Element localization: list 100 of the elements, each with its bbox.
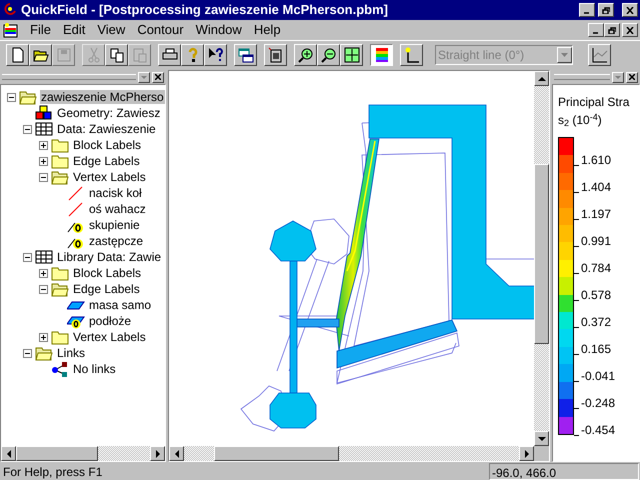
fit-view-icon	[344, 46, 360, 62]
coordinates-text: -96.0, 466.0	[489, 463, 639, 480]
tree-item[interactable]: Block Labels	[72, 266, 142, 280]
window-title: QuickField - [Postprocessing zawieszenie McPherson.pbm]	[21, 1, 389, 20]
dropdown-button[interactable]	[138, 72, 150, 82]
collapse-icon[interactable]	[23, 348, 32, 358]
menu-item[interactable]: Window	[190, 20, 248, 40]
windows-icon	[238, 46, 254, 62]
menu-item[interactable]: Edit	[56, 20, 92, 40]
restore-button[interactable]	[598, 3, 614, 17]
tree-item[interactable]: nacisk koł	[88, 186, 143, 200]
menu-item[interactable]: View	[91, 20, 132, 40]
tree-item[interactable]: Block Labels	[72, 138, 142, 152]
arrow-icon	[538, 436, 546, 440]
scroll-right-button[interactable]	[519, 446, 534, 461]
scissors-icon	[86, 46, 102, 62]
scrollbar-thumb[interactable]	[214, 446, 339, 461]
scroll-up-button[interactable]	[534, 71, 549, 86]
collapse-icon[interactable]	[7, 92, 16, 102]
grid-icon	[35, 249, 53, 265]
open-folder-icon	[35, 345, 53, 361]
new-page-icon	[10, 46, 26, 62]
scroll-left-button[interactable]	[169, 446, 184, 461]
scroll-left-button[interactable]	[1, 446, 16, 461]
tree-item[interactable]: Vertex Labels	[72, 330, 147, 344]
caret-icon	[615, 76, 621, 78]
document-icon	[2, 22, 20, 38]
close-button[interactable]	[152, 72, 164, 82]
tree-item[interactable]: masa samo	[88, 298, 152, 312]
menu-item[interactable]: File	[24, 20, 57, 40]
scrollbar-thumb[interactable]	[16, 446, 98, 461]
tree-item[interactable]: Geometry: Zawiesz	[56, 106, 162, 120]
open-folder-icon	[51, 281, 69, 297]
scale-label: 0.372	[581, 315, 612, 329]
arrow-icon	[6, 450, 10, 458]
scrollbar-thumb[interactable]	[534, 164, 549, 344]
scroll-down-button[interactable]	[534, 431, 549, 446]
collapse-icon[interactable]	[39, 172, 48, 182]
tree-item[interactable]: podłoże	[88, 314, 132, 328]
minimize-button[interactable]	[588, 23, 604, 37]
restore-icon	[608, 26, 616, 34]
tree-item[interactable]: skupienie	[88, 218, 141, 232]
close-icon	[629, 74, 635, 80]
scale-label: 0.165	[581, 342, 612, 356]
expand-icon[interactable]	[39, 156, 48, 166]
tree-item[interactable]: oś wahacz	[88, 202, 147, 216]
scale-label: -0.248	[581, 396, 616, 410]
close-button[interactable]	[622, 23, 638, 37]
folder-icon	[51, 265, 69, 281]
caret-icon	[141, 76, 147, 78]
toolbar-button[interactable]	[370, 44, 393, 66]
expand-icon[interactable]	[39, 268, 48, 278]
chart-icon	[592, 46, 608, 62]
open-folder-icon	[51, 169, 69, 185]
scale-label: 0.784	[581, 261, 612, 275]
open-folder-icon	[19, 89, 37, 105]
tree-item[interactable]: Vertex Labels	[72, 170, 147, 184]
expand-icon[interactable]	[39, 332, 48, 342]
expand-icon[interactable]	[39, 140, 48, 150]
collapse-icon[interactable]	[23, 124, 32, 134]
arrow-icon	[538, 76, 546, 80]
scale-label: 0.991	[581, 234, 612, 248]
tree-item[interactable]: Edge Labels	[72, 282, 141, 296]
tree-item[interactable]: Links	[56, 346, 86, 360]
tree-item[interactable]: Edge Labels	[72, 154, 141, 168]
restore-button[interactable]	[604, 23, 620, 37]
rainbow-icon	[374, 46, 390, 62]
close-icon	[626, 26, 634, 34]
tree-item[interactable]: zawieszenie McPherso	[40, 90, 165, 104]
scroll-right-button[interactable]	[150, 446, 165, 461]
scale-label: 1.197	[581, 207, 612, 221]
copy-icon	[108, 46, 124, 62]
close-button[interactable]	[626, 72, 638, 82]
close-icon	[155, 74, 161, 80]
scrollbar-corner	[534, 446, 549, 461]
dropdown-button[interactable]	[612, 72, 624, 82]
shapes-icon	[35, 105, 53, 121]
close-button[interactable]	[622, 3, 638, 17]
app-logo-icon	[2, 2, 18, 18]
arrow-icon	[156, 450, 160, 458]
status-text: For Help, press F1	[2, 464, 104, 480]
menu-item[interactable]: Help	[248, 20, 287, 40]
collapse-icon[interactable]	[23, 252, 32, 262]
tree-item[interactable]: Data: Zawieszenie	[56, 122, 157, 136]
folder-icon	[51, 329, 69, 345]
diagonal-line-icon	[67, 185, 85, 201]
zoom-out-icon	[320, 46, 336, 62]
clipboard-icon	[132, 46, 148, 62]
tree-item[interactable]: No links	[72, 362, 117, 376]
menu-item[interactable]: Contour	[131, 20, 190, 40]
collapse-icon[interactable]	[39, 284, 48, 294]
folder-icon	[51, 153, 69, 169]
picture-clipboard-icon	[268, 46, 284, 62]
scale-label: -0.041	[581, 369, 616, 383]
tree-item[interactable]: zastępcze	[88, 234, 144, 248]
legend-title: Principal Stra	[558, 94, 630, 111]
restore-icon	[602, 6, 610, 14]
minimize-button[interactable]	[579, 3, 595, 17]
printer-icon	[162, 46, 178, 62]
tree-item[interactable]: Library Data: Zawie	[56, 250, 162, 264]
